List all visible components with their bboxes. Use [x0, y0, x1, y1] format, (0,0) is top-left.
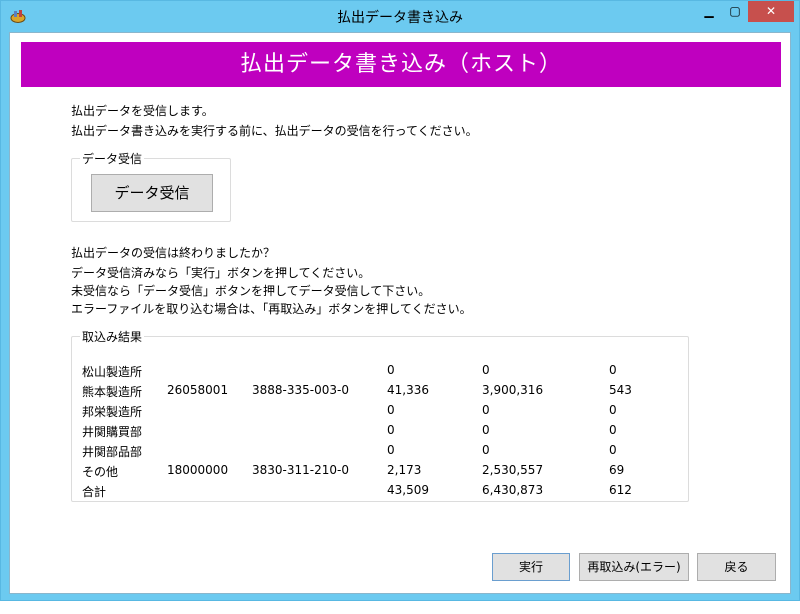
window-title: 払出データ書き込み — [337, 10, 463, 26]
back-button[interactable]: 戻る — [697, 553, 776, 581]
close-button[interactable]: ✕ — [748, 1, 794, 22]
instruction-line-2: データ受信済みなら「実行」ボタンを押してください。 — [71, 266, 371, 280]
row-name: 熊本製造所 — [82, 385, 143, 399]
receive-group-title: データ受信 — [80, 150, 145, 167]
row-value-2: 2,530,557 — [482, 463, 544, 477]
row-value-1: 0 — [387, 363, 395, 377]
instruction-line-4: エラーファイルを取り込む場合は、「再取込み」ボタンを押してください。 — [71, 302, 472, 316]
row-value-2: 0 — [482, 423, 490, 437]
row-value-1: 41,336 — [387, 383, 429, 397]
row-value-3: 543 — [609, 383, 632, 397]
row-name: 松山製造所 — [82, 365, 143, 379]
row-value-2: 0 — [482, 403, 490, 417]
intro-line-2: 払出データ書き込みを実行する前に、払出データの受信を行ってください。 — [71, 124, 478, 138]
row-value-1: 2,173 — [387, 463, 422, 477]
reimport-error-button[interactable]: 再取込み(エラー) — [579, 553, 689, 581]
row-value-3: 0 — [609, 403, 617, 417]
row-code: 26058001 — [167, 383, 229, 397]
row-value-3: 0 — [609, 443, 617, 457]
row-value-1: 0 — [387, 403, 395, 417]
maximize-icon: ▢ — [729, 4, 741, 18]
row-value-3: 0 — [609, 363, 617, 377]
app-window: 払出データ書き込み ▁ ▢ ✕ 払出データ書き込み（ホスト） 払出データを受信し… — [0, 0, 800, 601]
execute-button[interactable]: 実行 — [492, 553, 570, 581]
row-name: 合計 — [82, 485, 107, 499]
row-account: 3888-335-003-0 — [252, 383, 349, 397]
row-value-3: 69 — [609, 463, 625, 477]
row-value-1: 43,509 — [387, 483, 429, 497]
row-name: 井関部品部 — [82, 445, 143, 459]
results-group-title: 取込み結果 — [80, 328, 145, 345]
row-value-1: 0 — [387, 443, 395, 457]
minimize-icon: ▁ — [704, 4, 714, 18]
receive-group: データ受信 データ受信 — [71, 150, 231, 222]
row-code: 18000000 — [167, 463, 229, 477]
instruction-line-1: 払出データの受信は終わりましたか？ — [71, 246, 276, 260]
page-title: 払出データ書き込み（ホスト） — [21, 42, 781, 87]
minimize-button[interactable]: ▁ — [696, 1, 722, 22]
row-value-3: 0 — [609, 423, 617, 437]
intro-line-1: 払出データを受信します。 — [71, 104, 214, 118]
row-value-2: 3,900,316 — [482, 383, 544, 397]
title-bar[interactable]: 払出データ書き込み ▁ ▢ ✕ — [1, 1, 799, 31]
receive-data-button[interactable]: データ受信 — [91, 174, 213, 212]
row-value-3: 612 — [609, 483, 632, 497]
row-value-2: 6,430,873 — [482, 483, 544, 497]
row-value-2: 0 — [482, 443, 490, 457]
row-value-1: 0 — [387, 423, 395, 437]
results-group: 取込み結果 松山製造所 0 0 0 熊本製造所 26058001 3888-33… — [71, 328, 689, 502]
client-area: 払出データ書き込み（ホスト） 払出データを受信します。 払出データ書き込みを実行… — [9, 32, 791, 594]
instruction-line-3: 未受信なら「データ受信」ボタンを押してデータ受信して下さい。 — [71, 284, 431, 298]
maximize-button[interactable]: ▢ — [722, 1, 748, 22]
row-account: 3830-311-210-0 — [252, 463, 349, 477]
row-name: 邦栄製造所 — [82, 405, 143, 419]
row-value-2: 0 — [482, 363, 490, 377]
row-name: 井関購買部 — [82, 425, 143, 439]
row-name: その他 — [82, 465, 119, 479]
close-icon: ✕ — [765, 4, 777, 18]
